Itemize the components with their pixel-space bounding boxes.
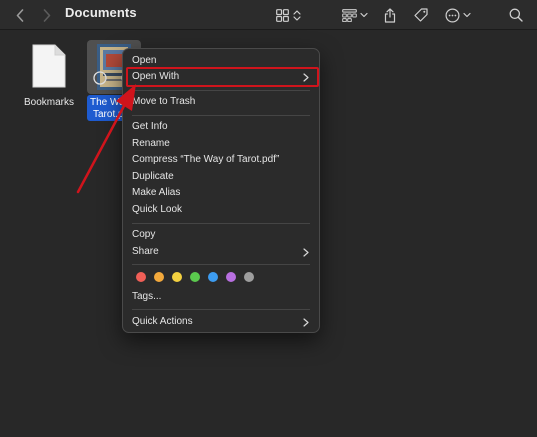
annotation-arrow-icon [76, 84, 136, 194]
